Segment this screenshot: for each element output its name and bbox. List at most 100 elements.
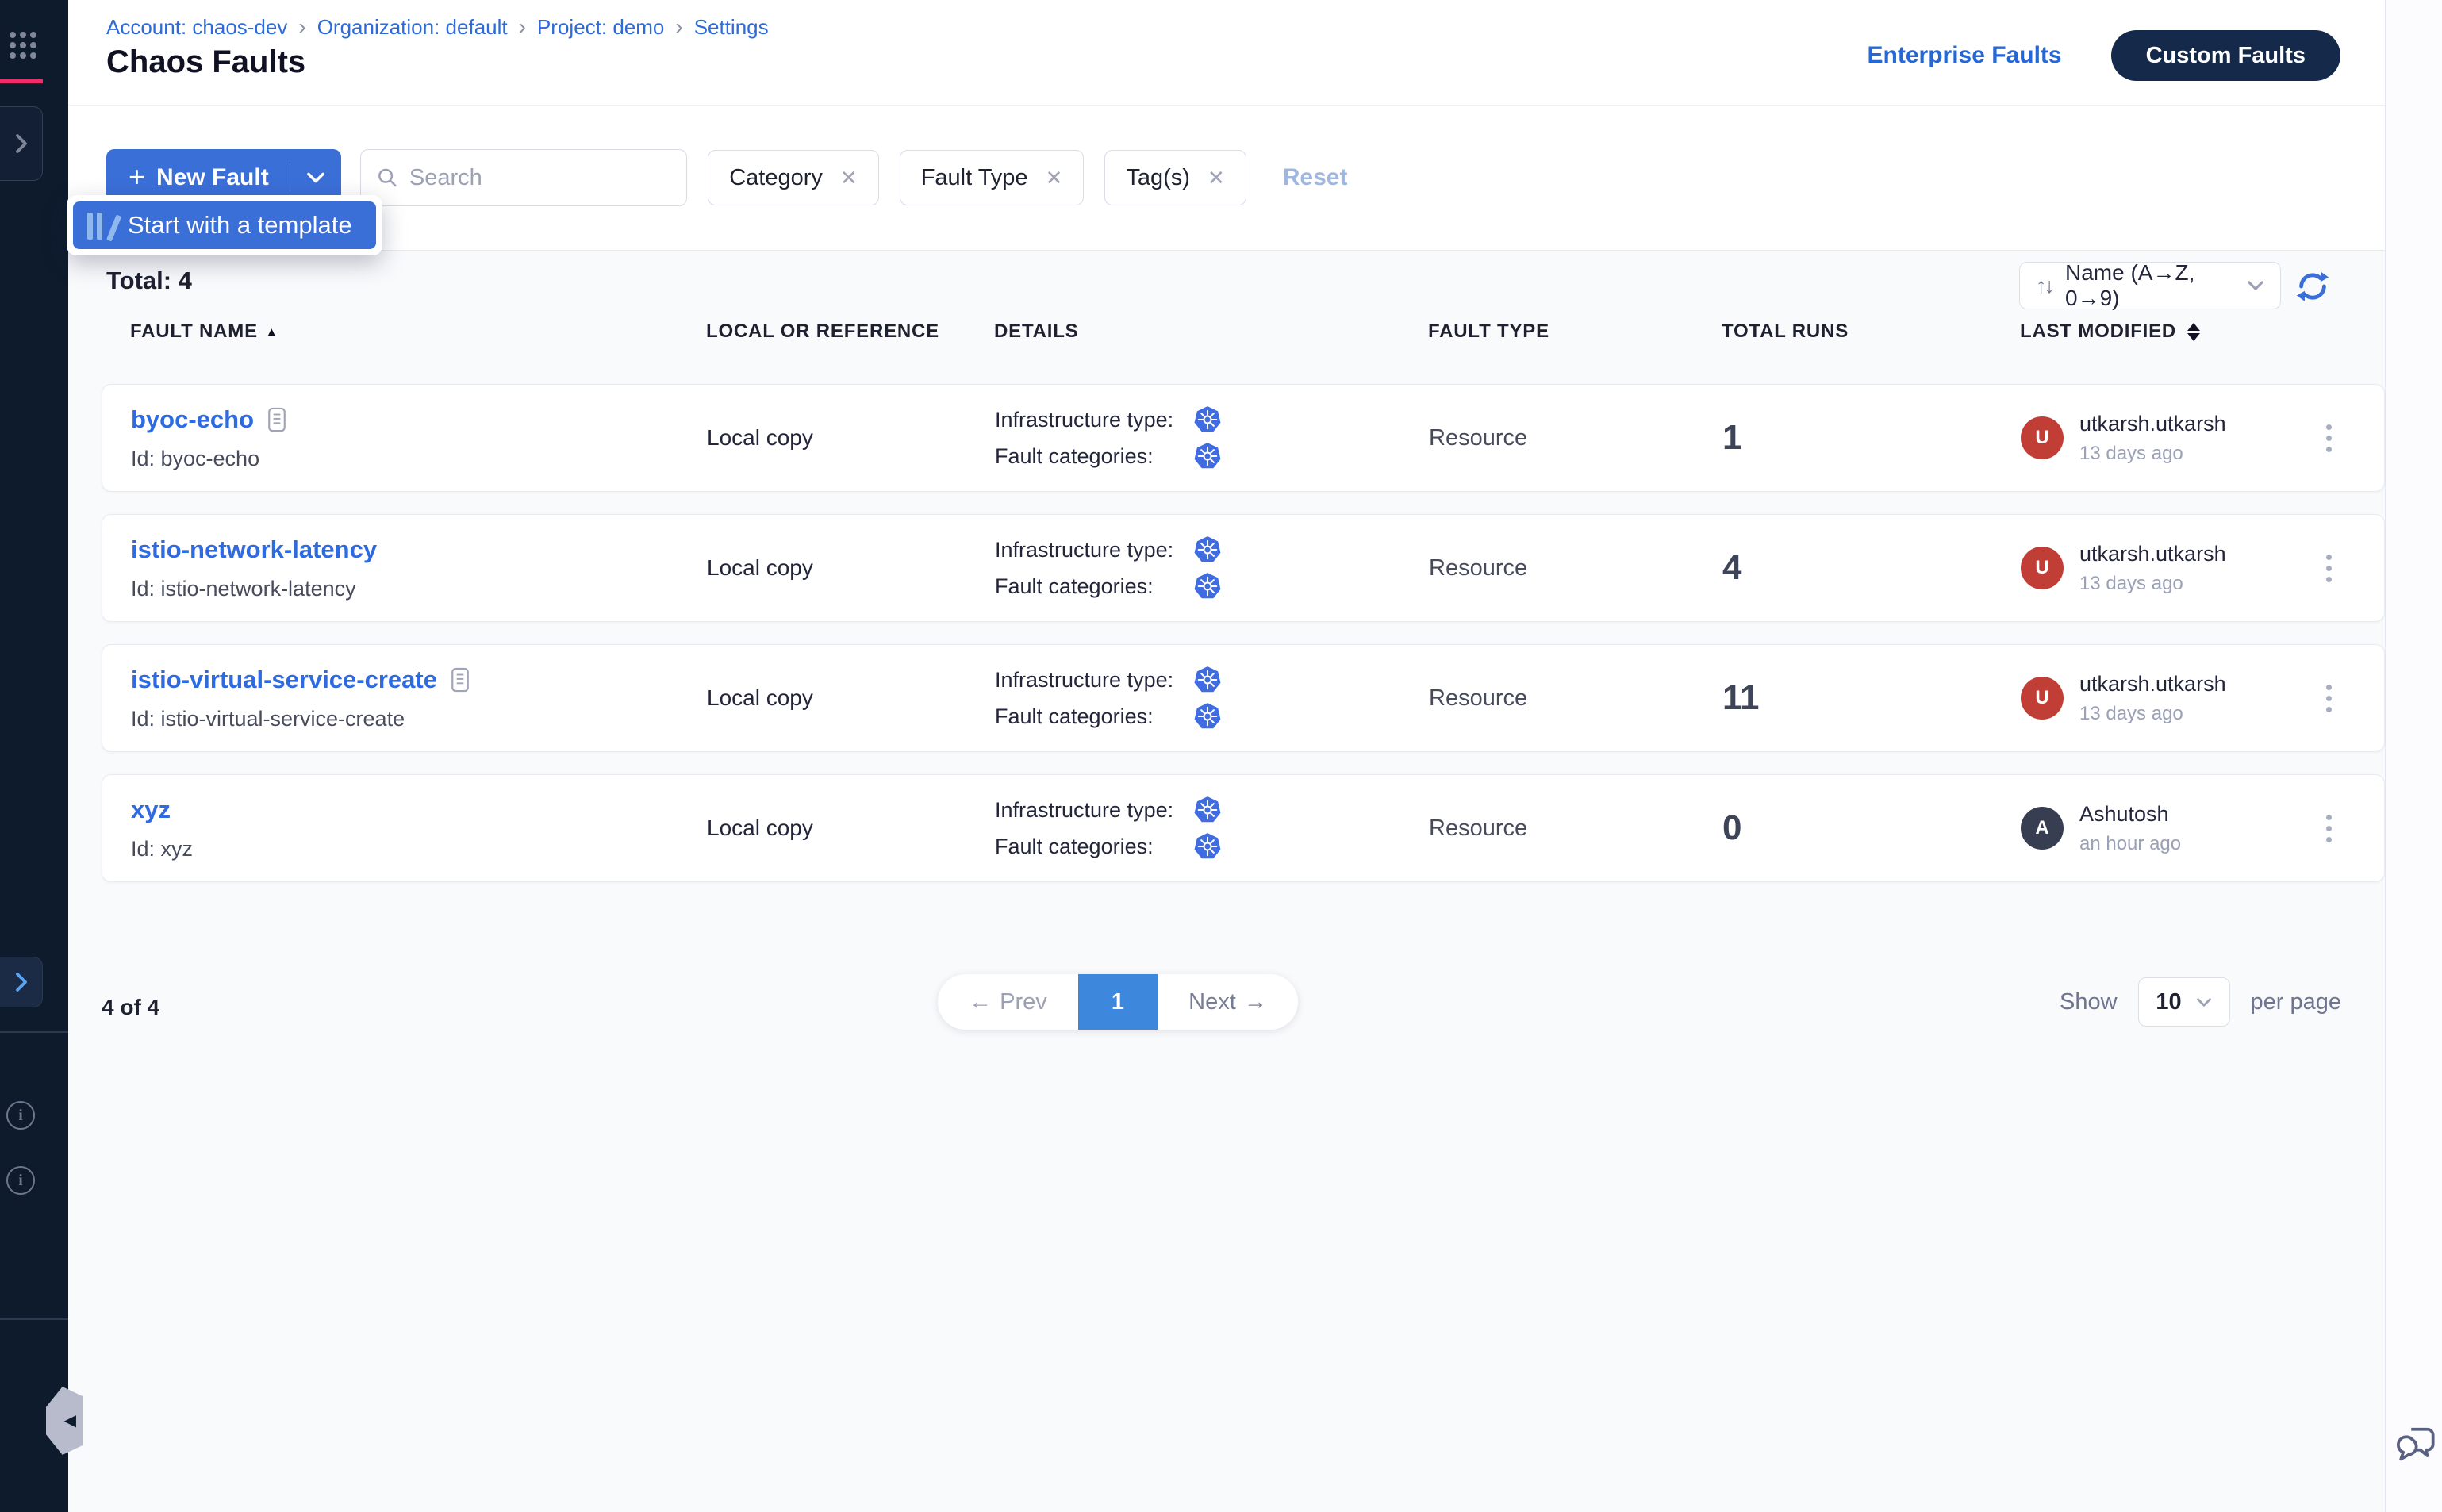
sort-ascending-icon: ▲ [266, 325, 278, 339]
chaos-faults-page: i i ◀ Account: chaos-dev › Organization:… [0, 0, 2442, 1512]
fault-categories-label: Fault categories: [995, 704, 1193, 729]
close-icon[interactable]: ✕ [1208, 166, 1225, 190]
column-last-modified[interactable]: LAST MODIFIED [2020, 320, 2313, 343]
fault-id: Id: byoc-echo [131, 447, 707, 471]
info-icon[interactable]: i [6, 1101, 35, 1130]
fault-name-cell: istio-network-latency Id: istio-network-… [131, 535, 707, 601]
details-cell: Infrastructure type: [995, 405, 1429, 470]
total-runs-cell: 0 [1722, 808, 2021, 848]
page-header: Account: chaos-dev › Organization: defau… [68, 0, 2385, 106]
enterprise-faults-link[interactable]: Enterprise Faults [1868, 42, 2062, 69]
sidebar-expand-panel[interactable] [0, 106, 43, 181]
kubernetes-icon [1193, 442, 1222, 470]
last-modified-cell: A Ashutosh an hour ago [2021, 802, 2313, 855]
infrastructure-type-label: Infrastructure type: [995, 408, 1193, 432]
modified-by: utkarsh.utkarsh [2079, 672, 2226, 697]
close-icon[interactable]: ✕ [1046, 166, 1063, 190]
breadcrumb-settings[interactable]: Settings [694, 15, 769, 40]
custom-faults-button[interactable]: Custom Faults [2111, 30, 2340, 81]
details-cell: Infrastructure type: [995, 796, 1429, 861]
avatar: U [2021, 677, 2064, 720]
filter-chip-fault-type[interactable]: Fault Type ✕ [900, 150, 1085, 205]
sidebar-divider [0, 1318, 68, 1320]
fault-name-cell: byoc-echo Id: byoc-echo [131, 405, 707, 471]
table-row: xyz Id: xyz Local copy [102, 774, 2385, 882]
fault-name-link[interactable]: xyz [131, 796, 171, 824]
search-icon [377, 166, 398, 190]
column-fault-type: FAULT TYPE [1428, 320, 1722, 343]
fault-name-link[interactable]: istio-virtual-service-create [131, 666, 437, 694]
filter-chip-label: Category [729, 165, 823, 191]
fault-type-cell: Resource [1429, 425, 1722, 451]
info-icon[interactable]: i [6, 1166, 35, 1195]
main-area: Account: chaos-dev › Organization: defau… [68, 0, 2385, 1512]
reset-filters-link[interactable]: Reset [1283, 164, 1348, 191]
sort-arrows-icon: ↑↓ [2036, 274, 2052, 298]
template-icon [87, 211, 112, 240]
kubernetes-icon [1193, 405, 1222, 434]
local-or-reference-cell: Local copy [707, 555, 995, 581]
table-row: byoc-echo Id: byoc-echo Local copy [102, 384, 2385, 492]
document-icon[interactable] [450, 666, 470, 693]
breadcrumb-project[interactable]: Project: demo [537, 15, 664, 40]
refresh-button[interactable] [2294, 268, 2331, 305]
kubernetes-icon [1193, 832, 1222, 861]
current-page-button[interactable]: 1 [1078, 974, 1158, 1030]
modified-by: Ashutosh [2079, 802, 2181, 827]
page-size-select[interactable]: 10 [2138, 977, 2230, 1027]
show-label: Show [2060, 989, 2118, 1015]
sidebar-expand-button[interactable] [0, 957, 43, 1007]
row-menu-button[interactable] [2313, 555, 2344, 582]
column-fault-name[interactable]: FAULT NAME ▲ [130, 320, 706, 343]
arrow-left-icon: ← [969, 989, 992, 1015]
row-menu-button[interactable] [2313, 424, 2344, 452]
fault-type-cell: Resource [1429, 555, 1722, 581]
fault-name-link[interactable]: istio-network-latency [131, 535, 377, 564]
breadcrumb-organization[interactable]: Organization: default [317, 15, 508, 40]
fault-type-cell: Resource [1429, 685, 1722, 712]
total-runs-cell: 1 [1722, 418, 2021, 458]
kubernetes-icon [1193, 796, 1222, 824]
app-grid-icon[interactable] [10, 32, 51, 59]
row-menu-button[interactable] [2313, 815, 2344, 842]
toolbar: + New Fault Category ✕ [68, 106, 2385, 251]
chat-support-icon[interactable] [2393, 1425, 2439, 1466]
breadcrumb-account[interactable]: Account: chaos-dev [106, 15, 287, 40]
page-size-value: 10 [2156, 989, 2181, 1015]
column-details: DETAILS [994, 320, 1428, 343]
prev-page-button[interactable]: ← Prev [938, 974, 1078, 1030]
chevron-right-icon [11, 132, 32, 155]
chevron-right-icon: › [298, 14, 305, 40]
search-input[interactable] [409, 165, 670, 191]
fault-type-cell: Resource [1429, 815, 1722, 842]
sidebar-divider [0, 1031, 68, 1033]
avatar: U [2021, 547, 2064, 589]
document-icon[interactable] [267, 406, 287, 433]
next-page-button[interactable]: Next → [1158, 974, 1298, 1030]
filter-chip-label: Fault Type [921, 165, 1028, 191]
filter-chip-category[interactable]: Category ✕ [708, 150, 878, 205]
fault-name-cell: xyz Id: xyz [131, 796, 707, 862]
column-total-runs: TOTAL RUNS [1722, 320, 2020, 343]
new-fault-dropdown-toggle[interactable] [290, 171, 341, 184]
row-menu-button[interactable] [2313, 685, 2344, 712]
table-header-row: FAULT NAME ▲ LOCAL OR REFERENCE DETAILS … [102, 320, 2385, 343]
chevron-down-icon [2247, 280, 2264, 291]
infrastructure-type-label: Infrastructure type: [995, 668, 1193, 693]
start-with-template-menu-item[interactable]: Start with a template [73, 201, 376, 249]
new-fault-button[interactable]: + New Fault [106, 164, 290, 191]
chevron-right-icon [11, 970, 32, 994]
close-icon[interactable]: ✕ [840, 166, 858, 190]
sort-dropdown[interactable]: ↑↓ Name (A→Z, 0→9) [2019, 262, 2281, 309]
pagination: ← Prev 1 Next → [938, 974, 1298, 1030]
column-local-or-reference: LOCAL OR REFERENCE [706, 320, 994, 343]
search-box [360, 149, 687, 206]
filter-chip-label: Tag(s) [1126, 165, 1190, 191]
filter-chip-tags[interactable]: Tag(s) ✕ [1104, 150, 1246, 205]
last-modified-cell: U utkarsh.utkarsh 13 days ago [2021, 672, 2313, 725]
local-or-reference-cell: Local copy [707, 425, 995, 451]
new-fault-dropdown-menu: Start with a template [67, 195, 382, 255]
kubernetes-icon [1193, 535, 1222, 564]
fault-name-link[interactable]: byoc-echo [131, 405, 254, 434]
fault-list: byoc-echo Id: byoc-echo Local copy [102, 384, 2385, 882]
